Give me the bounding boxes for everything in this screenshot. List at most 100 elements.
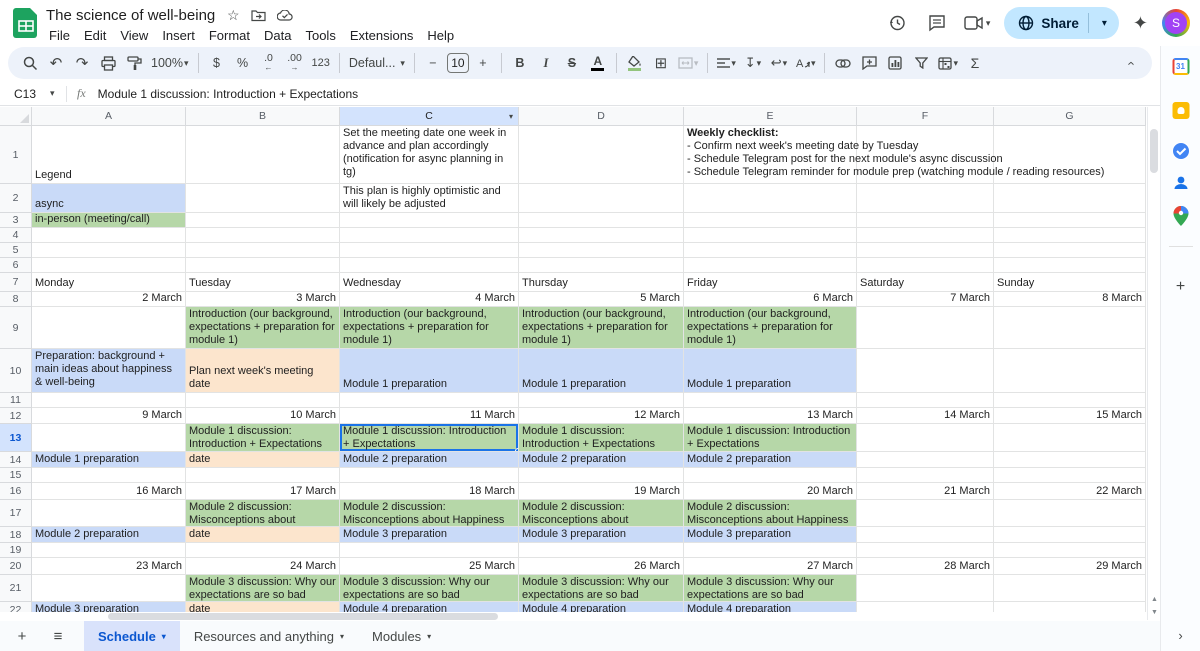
menu-format[interactable]: Format xyxy=(202,26,257,45)
cell-F6[interactable] xyxy=(857,258,994,273)
cell-D5[interactable] xyxy=(519,243,684,258)
cell-F9[interactable] xyxy=(857,307,994,349)
col-header-G[interactable]: G xyxy=(994,107,1146,126)
cell-C19[interactable] xyxy=(340,543,519,558)
cell-D14[interactable]: Module 2 preparation xyxy=(519,452,684,468)
formula-input[interactable]: Module 1 discussion: Introduction + Expe… xyxy=(98,87,358,101)
cell-F5[interactable] xyxy=(857,243,994,258)
decrease-font-size-button[interactable]: − xyxy=(421,51,445,75)
row-header-17[interactable]: 17 xyxy=(0,500,32,527)
cell-C4[interactable] xyxy=(340,228,519,243)
cell-D1[interactable] xyxy=(519,126,684,184)
col-header-F[interactable]: F xyxy=(857,107,994,126)
cell-B16[interactable]: 17 March xyxy=(186,483,340,500)
cell-B12[interactable]: 10 March xyxy=(186,408,340,424)
cell-E6[interactable] xyxy=(684,258,857,273)
cell-B5[interactable] xyxy=(186,243,340,258)
star-icon[interactable]: ☆ xyxy=(225,7,241,24)
menu-data[interactable]: Data xyxy=(257,26,298,45)
row-header-5[interactable]: 5 xyxy=(0,243,32,258)
cell-B13[interactable]: Module 1 discussion: Introduction + Expe… xyxy=(186,424,340,452)
horizontal-scrollbar-thumb[interactable] xyxy=(108,613,498,620)
cell-D16[interactable]: 19 March xyxy=(519,483,684,500)
cell-B7[interactable]: Tuesday xyxy=(186,273,340,292)
cell-F7[interactable]: Saturday xyxy=(857,273,994,292)
menu-tools[interactable]: Tools xyxy=(298,26,342,45)
cell-B22[interactable]: Plan next week's meeting date xyxy=(186,602,340,612)
row-header-1[interactable]: 1 xyxy=(0,126,32,184)
all-sheets-button[interactable]: ≡ xyxy=(44,624,72,648)
merge-cells-button[interactable]: ▾ xyxy=(675,51,702,75)
fill-color-button[interactable] xyxy=(623,51,647,75)
menu-help[interactable]: Help xyxy=(420,26,461,45)
cell-G4[interactable] xyxy=(994,228,1146,243)
cell-G9[interactable] xyxy=(994,307,1146,349)
meet-caret-icon[interactable]: ▾ xyxy=(986,18,991,29)
row-header-10[interactable]: 10 xyxy=(0,349,32,393)
cell-D6[interactable] xyxy=(519,258,684,273)
row-header-16[interactable]: 16 xyxy=(0,483,32,500)
cell-E21[interactable]: Module 3 discussion: Why our expectation… xyxy=(684,575,857,602)
version-history-icon[interactable] xyxy=(884,10,910,36)
redo-icon[interactable]: ↷ xyxy=(70,51,94,75)
cell-F3[interactable] xyxy=(857,213,994,228)
cell-D15[interactable] xyxy=(519,468,684,483)
sheet-tab-caret-icon[interactable]: ▾ xyxy=(162,632,166,641)
italic-button[interactable]: I xyxy=(534,51,558,75)
cell-D17[interactable]: Module 2 discussion: Misconceptions abou… xyxy=(519,500,684,527)
cell-C17[interactable]: Module 2 discussion: Misconceptions abou… xyxy=(340,500,519,527)
cell-C6[interactable] xyxy=(340,258,519,273)
vertical-scrollbar-thumb[interactable] xyxy=(1150,129,1158,173)
cell-E20[interactable]: 27 March xyxy=(684,558,857,575)
search-menus-icon[interactable] xyxy=(18,51,42,75)
cell-E5[interactable] xyxy=(684,243,857,258)
row-header-15[interactable]: 15 xyxy=(0,468,32,483)
cell-E22[interactable]: Module 4 preparation xyxy=(684,602,857,612)
cell-G6[interactable] xyxy=(994,258,1146,273)
cell-E9[interactable]: Introduction (our background, expectatio… xyxy=(684,307,857,349)
vertical-align-button[interactable]: ↧ ▾ xyxy=(741,51,765,75)
cell-D9[interactable]: Introduction (our background, expectatio… xyxy=(519,307,684,349)
increase-decimals-button[interactable]: .00→ xyxy=(283,51,307,75)
cell-F10[interactable] xyxy=(857,349,994,393)
row-header-19[interactable]: 19 xyxy=(0,543,32,558)
calendar-icon[interactable]: 31 xyxy=(1172,58,1189,75)
cell-D3[interactable] xyxy=(519,213,684,228)
sheet-tab-caret-icon[interactable]: ▾ xyxy=(340,632,344,641)
more-formats-button[interactable]: 123 xyxy=(309,51,333,75)
cell-G10[interactable] xyxy=(994,349,1146,393)
share-button[interactable]: Share ▾ xyxy=(1004,7,1119,39)
get-addons-button[interactable]: + xyxy=(1176,278,1185,296)
cell-G17[interactable] xyxy=(994,500,1146,527)
cell-D10[interactable]: Module 1 preparation xyxy=(519,349,684,393)
sheet-tab-modules[interactable]: Modules▾ xyxy=(358,621,445,651)
paint-format-icon[interactable] xyxy=(122,51,146,75)
cell-G16[interactable]: 22 March xyxy=(994,483,1146,500)
cell-E10[interactable]: Module 1 preparation xyxy=(684,349,857,393)
comments-icon[interactable] xyxy=(924,10,950,36)
row-header-22[interactable]: 22 xyxy=(0,602,32,612)
cell-E8[interactable]: 6 March xyxy=(684,292,857,307)
col-header-D[interactable]: D xyxy=(519,107,684,126)
row-header-11[interactable]: 11 xyxy=(0,393,32,408)
sheet-tab-caret-icon[interactable]: ▾ xyxy=(427,632,431,641)
cell-A4[interactable] xyxy=(32,228,186,243)
cell-G5[interactable] xyxy=(994,243,1146,258)
cell-A11[interactable] xyxy=(32,393,186,408)
cell-D11[interactable] xyxy=(519,393,684,408)
cell-B19[interactable] xyxy=(186,543,340,558)
hide-menus-icon[interactable]: › xyxy=(1118,51,1142,75)
row-header-21[interactable]: 21 xyxy=(0,575,32,602)
col-header-A[interactable]: A xyxy=(32,107,186,126)
move-folder-icon[interactable] xyxy=(251,10,267,22)
cell-F22[interactable] xyxy=(857,602,994,612)
account-avatar[interactable]: S xyxy=(1162,9,1190,37)
menu-view[interactable]: View xyxy=(113,26,155,45)
cell-D2[interactable] xyxy=(519,184,684,213)
cell-A5[interactable] xyxy=(32,243,186,258)
cell-B11[interactable] xyxy=(186,393,340,408)
tasks-icon[interactable] xyxy=(1172,142,1190,160)
cell-G14[interactable] xyxy=(994,452,1146,468)
cell-B20[interactable]: 24 March xyxy=(186,558,340,575)
cell-C12[interactable]: 11 March xyxy=(340,408,519,424)
